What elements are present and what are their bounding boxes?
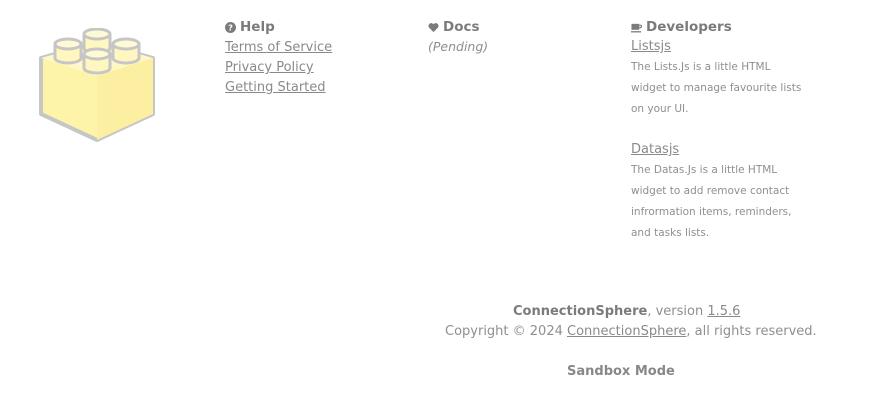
datasjs-description: The Datas.Js is a little HTML widget to … <box>631 164 792 239</box>
lego-brick-icon <box>37 27 157 144</box>
privacy-policy-link[interactable]: Privacy Policy <box>225 58 415 78</box>
app-name: ConnectionSphere <box>513 304 648 319</box>
version-link[interactable]: 1.5.6 <box>707 304 740 319</box>
listsjs-description: The Lists.Js is a little HTML widget to … <box>631 61 802 115</box>
copyright-prefix: Copyright © 2024 <box>445 324 568 339</box>
developers-column: Developers Listsjs The Lists.Js is a lit… <box>631 18 831 244</box>
help-heading: ? Help <box>225 18 415 36</box>
sandbox-mode-label: Sandbox Mode <box>567 364 675 379</box>
copyright-line: Copyright © 2024 ConnectionSphere, all r… <box>445 322 817 342</box>
docs-title: Docs <box>443 19 480 35</box>
copyright-company-link[interactable]: ConnectionSphere <box>567 324 686 339</box>
docs-status: (Pending) <box>428 39 489 54</box>
version-line: ConnectionSphere, version 1.5.6 <box>513 302 740 322</box>
question-circle-icon: ? <box>225 21 236 33</box>
coffee-cup-icon <box>631 22 642 33</box>
docs-heading: Docs <box>428 18 618 36</box>
developer-item-listsjs: Listsjs The Lists.Js is a little HTML wi… <box>631 37 831 120</box>
listsjs-link[interactable]: Listsjs <box>631 37 831 57</box>
help-column: ? Help Terms of Service Privacy Policy G… <box>225 18 415 98</box>
copyright-suffix: , all rights reserved. <box>686 324 817 339</box>
datasjs-link[interactable]: Datasjs <box>631 140 831 160</box>
footer-page: ? Help Terms of Service Privacy Policy G… <box>0 0 871 404</box>
getting-started-link[interactable]: Getting Started <box>225 78 415 98</box>
docs-column: Docs (Pending) <box>428 18 618 57</box>
developers-title: Developers <box>646 19 732 35</box>
developer-item-datasjs: Datasjs The Datas.Js is a little HTML wi… <box>631 140 831 244</box>
developers-heading: Developers <box>631 18 831 36</box>
terms-of-service-link[interactable]: Terms of Service <box>225 38 415 58</box>
heart-icon <box>428 22 439 33</box>
version-prefix: , version <box>647 304 708 319</box>
svg-text:?: ? <box>228 22 233 32</box>
help-title: Help <box>240 19 275 35</box>
